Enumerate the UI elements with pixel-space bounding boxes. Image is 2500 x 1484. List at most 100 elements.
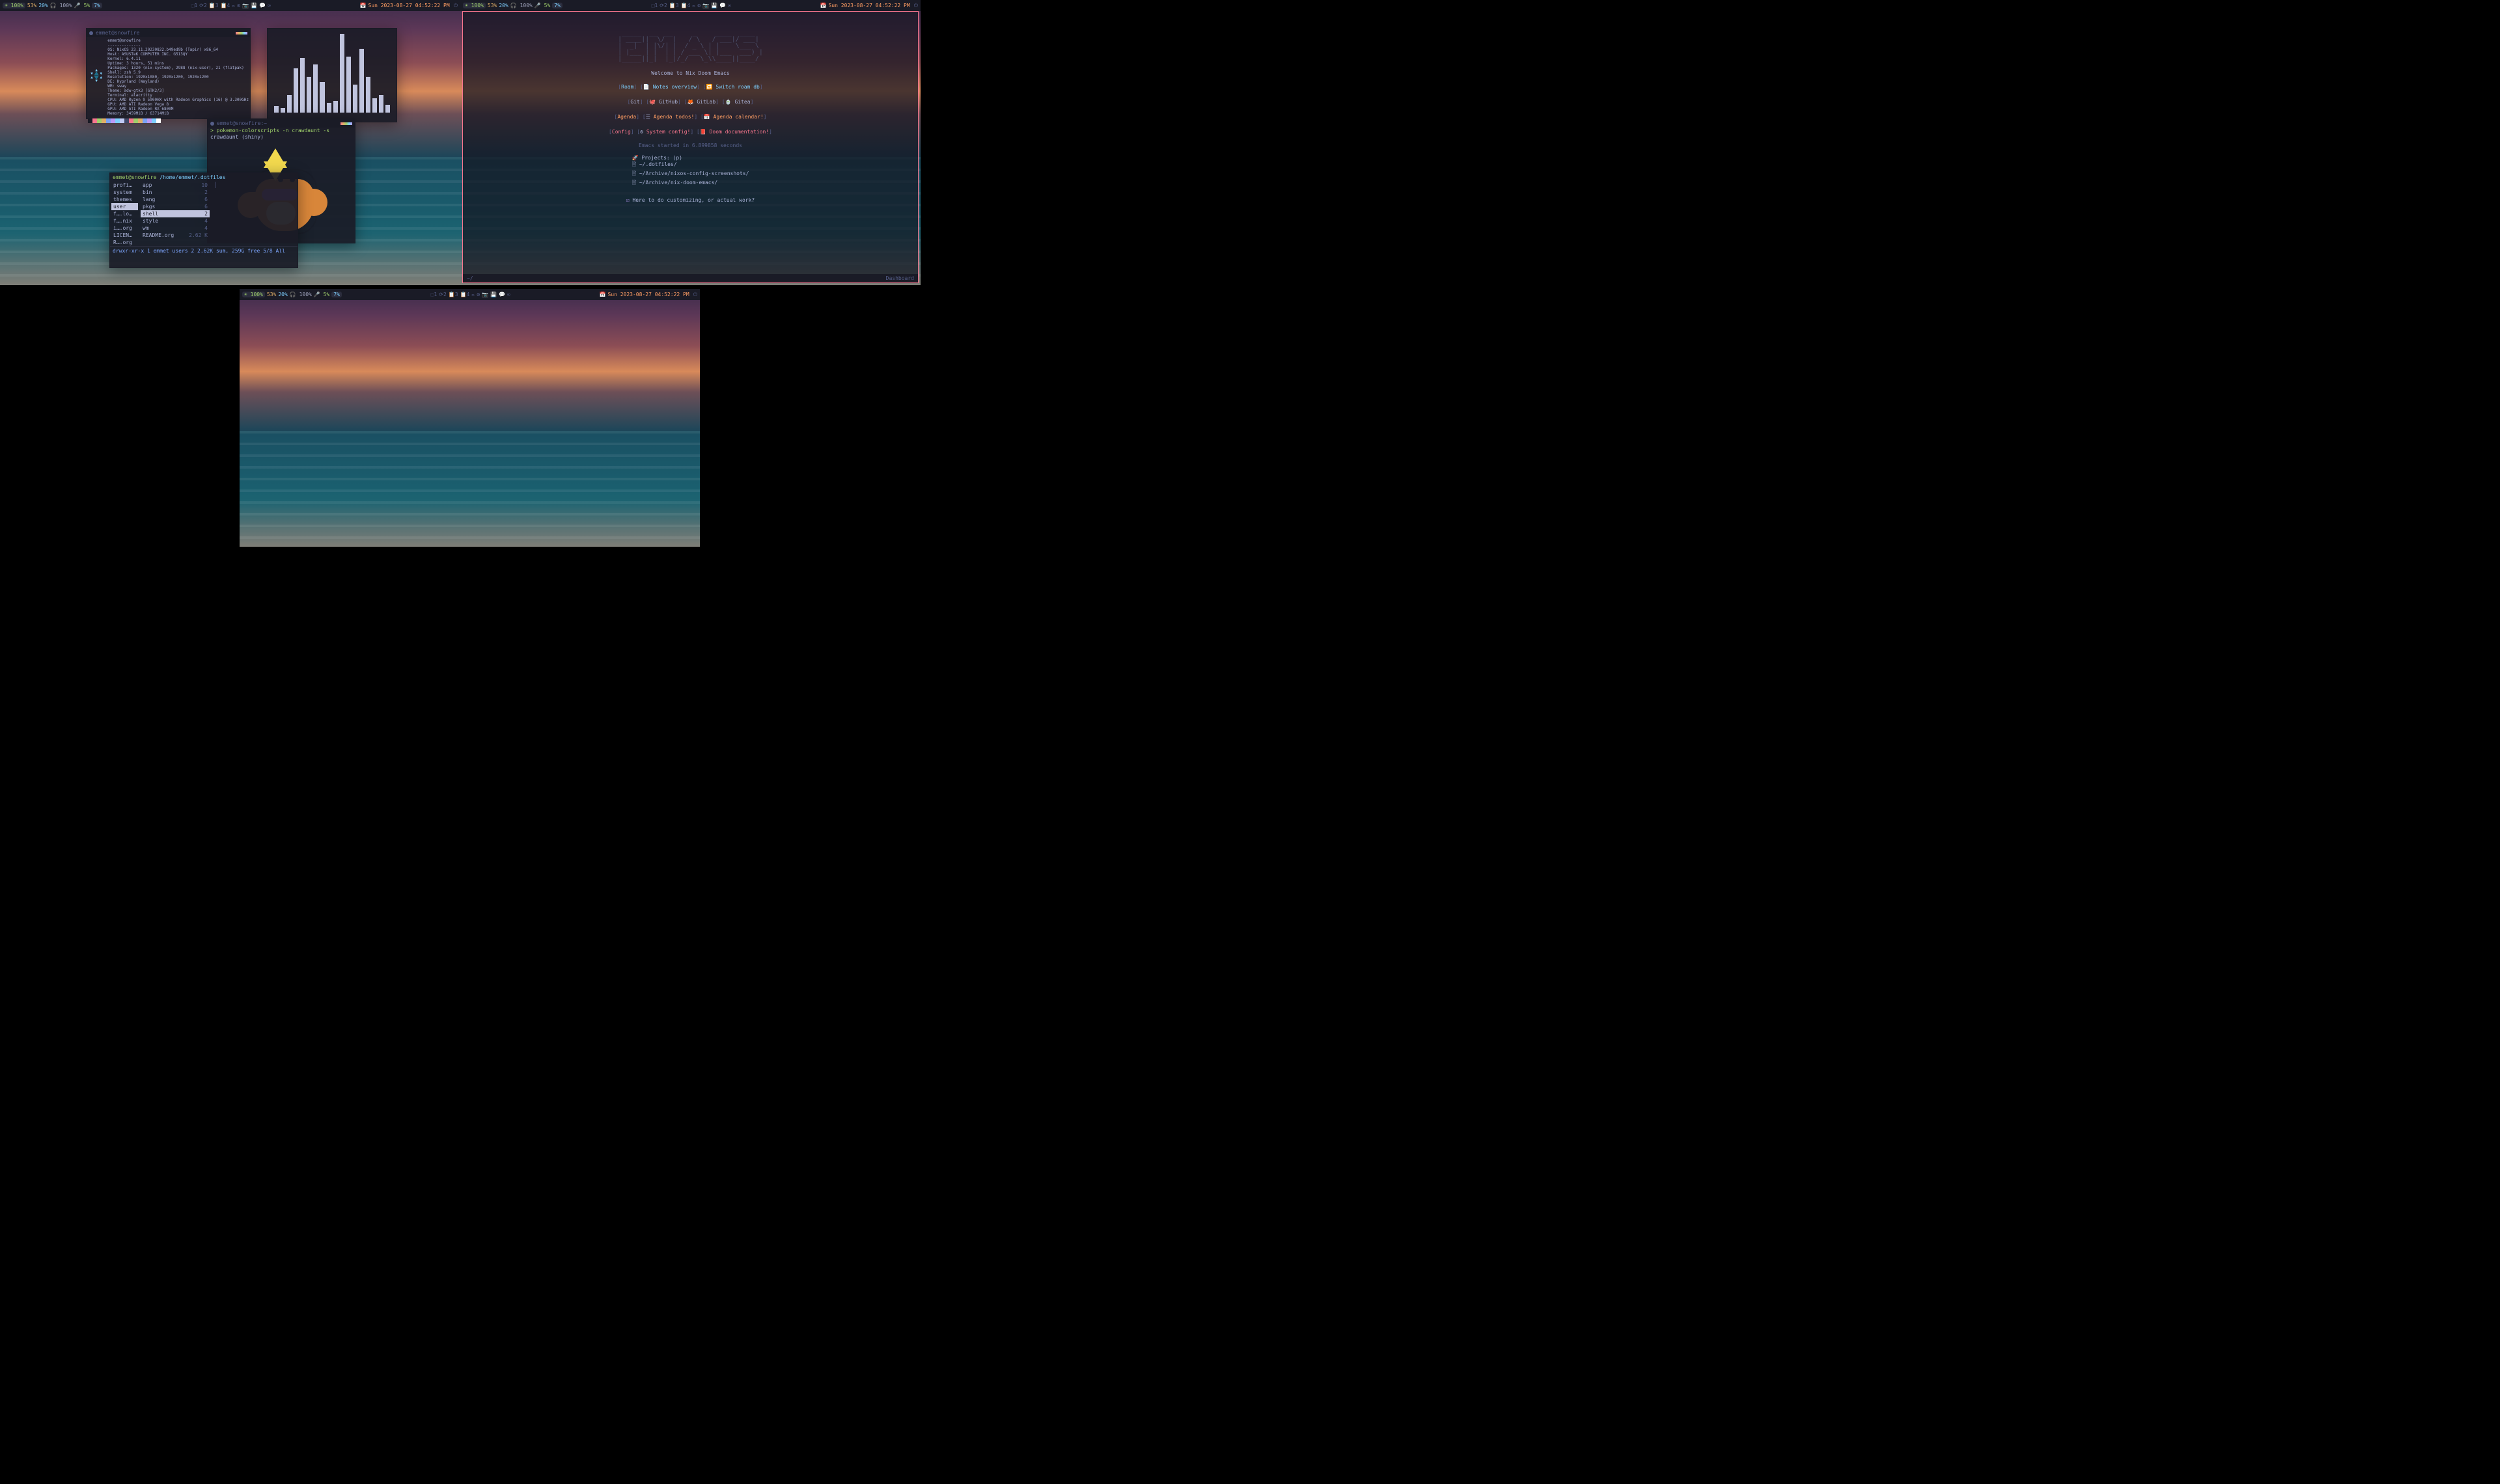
list-item[interactable]: style4 xyxy=(141,217,210,225)
list-item[interactable]: lang6 xyxy=(141,196,210,203)
tray-icon[interactable]: ✏ xyxy=(471,292,475,297)
tray-icon[interactable]: 💾 xyxy=(490,292,497,297)
bar-stat: 🎧 100% xyxy=(50,3,72,8)
emacs-link[interactable]: Git xyxy=(630,99,639,105)
close-icon[interactable] xyxy=(210,122,214,126)
bar-clock: 📅 Sun 2023-08-27 04:52:22 PM xyxy=(359,3,449,8)
tray-icon[interactable]: 📋3 xyxy=(209,3,219,8)
bar-clock: 📅 Sun 2023-08-27 04:52:22 PM xyxy=(599,292,689,297)
tray-icon[interactable]: 📋4 xyxy=(460,292,470,297)
tray-icon[interactable]: 📋4 xyxy=(221,3,230,8)
tray-icon[interactable]: ∞ xyxy=(728,3,731,8)
tray-icon[interactable]: ∞ xyxy=(507,292,510,297)
emacs-link[interactable]: Switch roam db xyxy=(715,84,759,90)
emacs-link[interactable]: Agenda todos! xyxy=(654,114,695,120)
list-item[interactable]: app10 xyxy=(141,182,210,189)
list-item[interactable]: user xyxy=(111,203,138,210)
tray-icon[interactable]: ⬚1 xyxy=(431,292,438,297)
rainbow-icon xyxy=(236,32,247,34)
tray-icon[interactable]: ⟳2 xyxy=(439,292,447,297)
tray-icon[interactable]: ⬚1 xyxy=(652,3,658,8)
tray-icon[interactable]: 📷 xyxy=(482,292,488,297)
tray-icon[interactable]: 📋4 xyxy=(681,3,691,8)
ranger-header: emmet@snowfire /home/emmet/.dotfiles xyxy=(110,173,298,182)
neofetch-output: emmet@snowfire -------------- OS: NixOS … xyxy=(106,37,250,117)
project-item[interactable]: 🗎 ~/Archive/nix-doom-emacs/ xyxy=(632,179,749,188)
bar-sys-group: ☀ 100%53%20%🎧 100%🎤 5%7% xyxy=(242,292,342,297)
tray-icon[interactable]: ✏ xyxy=(232,3,235,8)
list-item[interactable]: LICEN… xyxy=(111,232,138,239)
list-item[interactable]: bin2 xyxy=(141,189,210,196)
emacs-link[interactable]: GitLab xyxy=(697,99,715,105)
list-item[interactable]: f….nix xyxy=(111,217,138,225)
window-titlebar[interactable]: emmet@snowfire xyxy=(87,29,250,37)
bar-stat: ☀ 100% xyxy=(463,3,486,8)
ranger-col-parent[interactable]: profi…systemthemesuserf….lo…f….nixi….org… xyxy=(110,182,139,246)
tray-icon[interactable]: ⟳2 xyxy=(199,3,207,8)
tray-icon[interactable]: 💬 xyxy=(719,3,726,8)
bar-power-icon[interactable]: ⏻ xyxy=(693,292,697,298)
emacs-modeline: ~/ Dashboard xyxy=(463,274,918,282)
tray-icon[interactable]: ⚙ xyxy=(237,3,240,8)
bar-sys-group: ☀ 100%53%20%🎧 100%🎤 5%7% xyxy=(463,3,562,8)
tray-icon[interactable]: 📷 xyxy=(242,3,249,8)
bar-stat: 🎤 5% xyxy=(74,3,90,8)
tray-icon[interactable]: 📋3 xyxy=(669,3,679,8)
list-item[interactable]: shell2 xyxy=(141,210,210,217)
window-titlebar[interactable]: emmet@snowfire:~ xyxy=(208,119,355,128)
emacs-link-row-agenda: [Agenda] [☰ Agenda todos!] [📅 Agenda cal… xyxy=(463,113,918,121)
folder-icon: 🗎 xyxy=(632,171,636,176)
tray-icon[interactable]: 💬 xyxy=(259,3,266,8)
ranger-col-current[interactable]: app10bin2lang6pkgs6shell2style4wm4README… xyxy=(139,182,211,246)
emacs-link[interactable]: Config xyxy=(612,129,631,135)
project-item[interactable]: 🗎 ~/.dotfiles/ xyxy=(632,161,749,170)
bar-stat: 🎤 5% xyxy=(535,3,550,8)
list-item[interactable]: README.org2.62 K xyxy=(141,232,210,239)
bar-stat: 7% xyxy=(552,3,562,8)
tray-icon[interactable]: ∞ xyxy=(268,3,271,8)
emacs-window[interactable]: _____ __ __ _ ____ ____ | ____|| \/ | / … xyxy=(462,11,919,283)
list-item[interactable]: pkgs6 xyxy=(141,203,210,210)
emacs-link[interactable]: Roam xyxy=(621,84,633,90)
emacs-link[interactable]: System config! xyxy=(646,129,690,135)
status-bar: ☀ 100%53%20%🎧 100%🎤 5%7% ⬚1⟳2📋3📋4✏⚙📷💾💬∞ … xyxy=(460,0,921,11)
checkbox-icon[interactable]: ☑ xyxy=(626,197,630,203)
emacs-link[interactable]: Notes overview xyxy=(653,84,697,90)
rocket-icon: 🚀 xyxy=(632,155,639,161)
tray-icon[interactable]: 📷 xyxy=(702,3,709,8)
rainbow-icon xyxy=(340,122,352,125)
ranger-columns[interactable]: profi…systemthemesuserf….lo…f….nixi….org… xyxy=(110,182,298,246)
list-item[interactable]: R….org xyxy=(111,239,138,246)
terminal-neofetch[interactable]: emmet@snowfire emmet@snowfire ----------… xyxy=(86,28,251,119)
list-item[interactable]: themes xyxy=(111,196,138,203)
tray-icon[interactable]: ⬚1 xyxy=(191,3,198,8)
tray-icon[interactable]: 💬 xyxy=(499,292,505,297)
list-item[interactable]: system xyxy=(111,189,138,196)
close-icon[interactable] xyxy=(89,31,93,35)
list-item[interactable]: i….org xyxy=(111,225,138,232)
terminal-cava[interactable] xyxy=(267,28,397,122)
emacs-link[interactable]: Agenda calendar! xyxy=(714,114,764,120)
tray-icon[interactable]: 💾 xyxy=(251,3,257,8)
tray-icon[interactable]: ⚙ xyxy=(697,3,701,8)
list-item[interactable]: profi… xyxy=(111,182,138,189)
tray-icon[interactable]: ✏ xyxy=(692,3,695,8)
list-item[interactable]: f….lo… xyxy=(111,210,138,217)
project-item[interactable]: 🗎 ~/Archive/nixos-config-screenshots/ xyxy=(632,170,749,179)
terminal-ranger[interactable]: emmet@snowfire /home/emmet/.dotfiles pro… xyxy=(109,172,298,268)
emacs-link[interactable]: GitHub xyxy=(659,99,678,105)
emacs-link[interactable]: Doom documentation! xyxy=(710,129,770,135)
tray-icon[interactable]: 📋3 xyxy=(449,292,458,297)
modeline-mode: Dashboard xyxy=(886,275,914,281)
tray-icon[interactable]: ⟳2 xyxy=(660,3,667,8)
bar-stat: 🎤 5% xyxy=(314,292,329,297)
bar-power-icon[interactable]: ⏻ xyxy=(914,3,918,9)
emacs-link[interactable]: Agenda xyxy=(617,114,636,120)
tray-icon[interactable]: 💾 xyxy=(711,3,717,8)
bar-power-icon[interactable]: ⏻ xyxy=(454,3,458,9)
emacs-link[interactable]: Gitea xyxy=(734,99,750,105)
projects-heading: Projects: (p) xyxy=(641,155,682,161)
list-item[interactable]: wm4 xyxy=(141,225,210,232)
prompt-line: > pokemon-colorscripts -n crawdaunt -s xyxy=(208,128,355,134)
tray-icon[interactable]: ⚙ xyxy=(477,292,480,297)
